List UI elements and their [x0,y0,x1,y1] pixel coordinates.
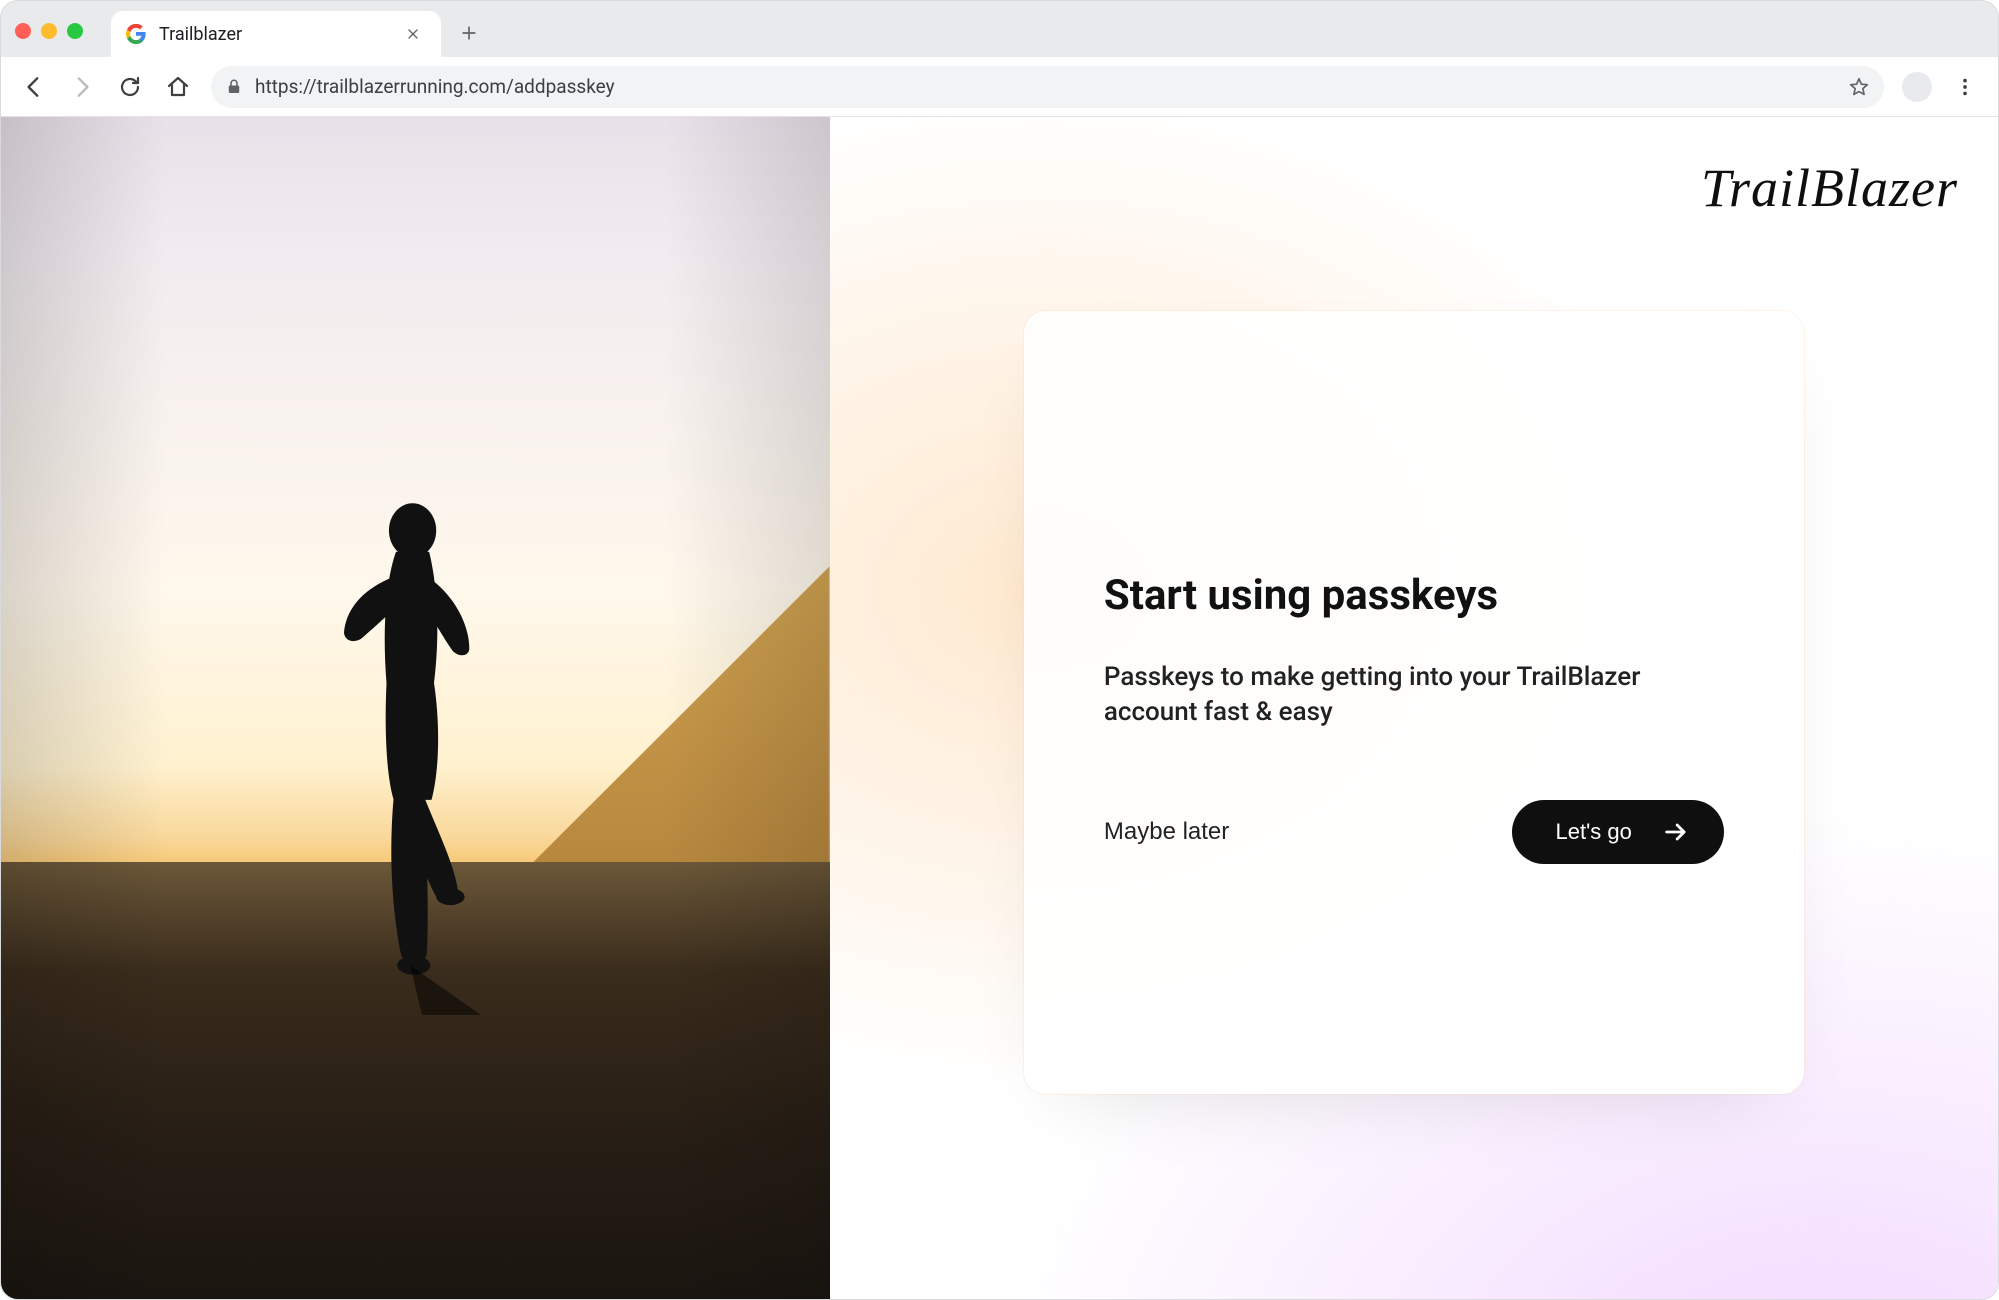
lets-go-button[interactable]: Let's go [1512,800,1724,864]
card-heading: Start using passkeys [1104,571,1724,620]
new-tab-button[interactable] [451,15,487,51]
tab-favicon [125,23,147,45]
address-bar-url: https://trailblazerrunning.com/addpasske… [255,75,615,98]
card-actions: Maybe later Let's go [1104,800,1724,864]
brand-logo: TrailBlazer [1701,157,1958,219]
passkey-card: Start using passkeys Passkeys to make ge… [1024,311,1804,1094]
window-controls [15,23,83,39]
back-button[interactable] [19,72,49,102]
forward-button[interactable] [67,72,97,102]
card-subheading: Passkeys to make getting into your Trail… [1104,660,1664,730]
address-bar[interactable]: https://trailblazerrunning.com/addpasske… [211,66,1884,108]
hero-image [1,117,830,1299]
browser-toolbar: https://trailblazerrunning.com/addpasske… [1,57,1998,117]
tab-close-button[interactable] [399,20,427,48]
browser-menu-button[interactable] [1950,72,1980,102]
browser-tab[interactable]: Trailblazer [111,11,441,57]
bookmark-star-icon[interactable] [1848,76,1870,98]
home-button[interactable] [163,72,193,102]
page-viewport: TrailBlazer Start using passkeys Passkey… [1,117,1998,1299]
content-panel: TrailBlazer Start using passkeys Passkey… [830,117,1998,1299]
tab-strip: Trailblazer [1,1,1998,57]
profile-avatar-button[interactable] [1902,72,1932,102]
arrow-right-icon [1662,818,1690,846]
window-close-button[interactable] [15,23,31,39]
tab-title: Trailblazer [159,24,387,45]
lets-go-label: Let's go [1556,819,1632,845]
browser-window: Trailblazer https://trailblazerrunning.c… [0,0,1999,1300]
window-minimize-button[interactable] [41,23,57,39]
maybe-later-button[interactable]: Maybe later [1104,818,1229,846]
window-maximize-button[interactable] [67,23,83,39]
reload-button[interactable] [115,72,145,102]
lock-icon [225,78,243,96]
